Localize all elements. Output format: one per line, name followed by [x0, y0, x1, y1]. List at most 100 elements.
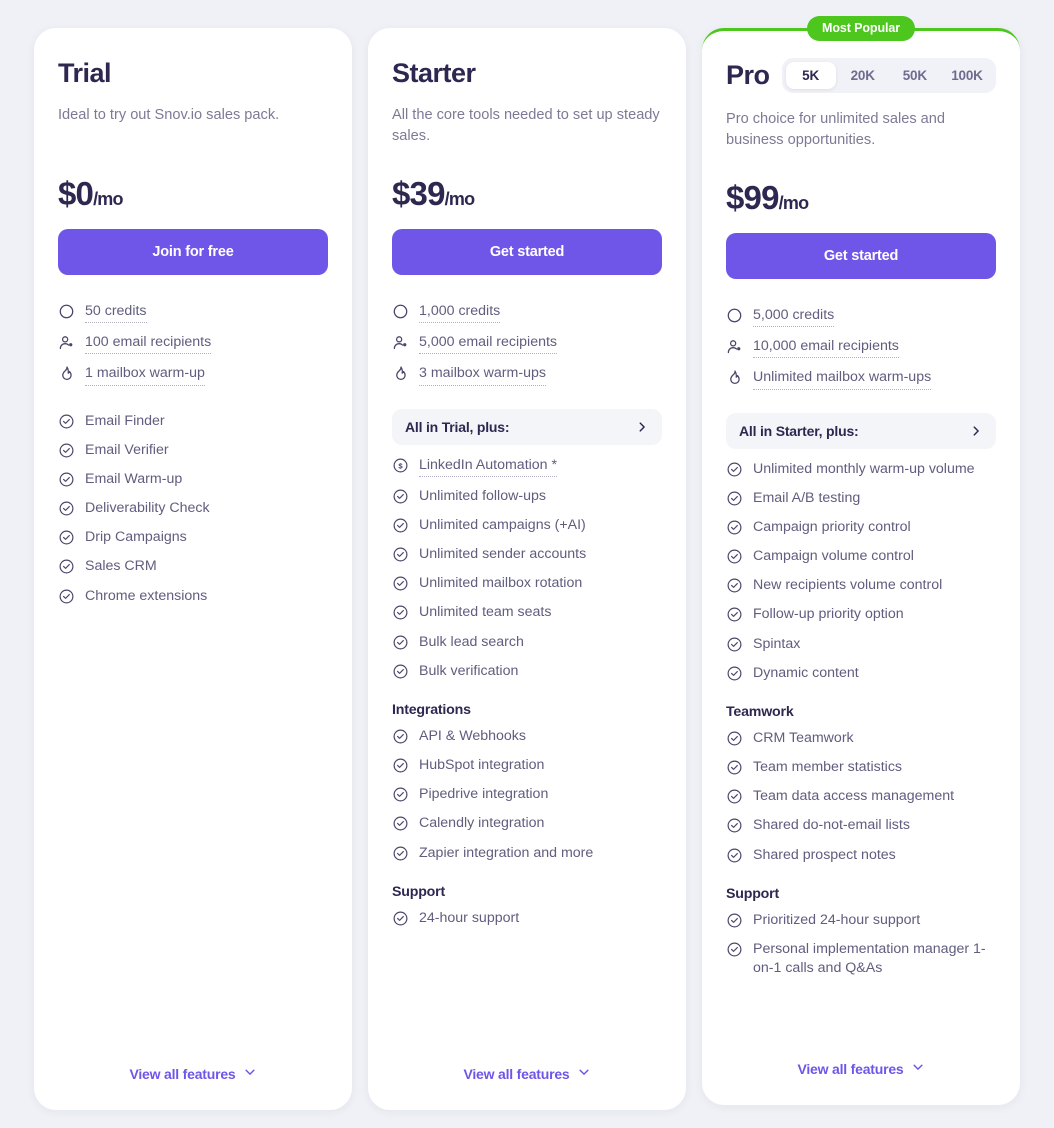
feature-item: Calendly integration	[392, 809, 662, 838]
all-in-previous-plan-banner[interactable]: All in Trial, plus:	[392, 408, 662, 445]
view-all-features-link[interactable]: View all features	[392, 1047, 662, 1110]
feature-label: Shared prospect notes	[753, 846, 896, 863]
plan-quota-list: 5,000 credits 10,000 email recipients Unli…	[726, 301, 996, 395]
view-all-features-link[interactable]: View all features	[58, 1047, 328, 1110]
flex-spacer	[58, 611, 328, 1047]
plan-name: Starter	[392, 58, 476, 88]
feature-item: Team member statistics	[726, 753, 996, 782]
feature-item: New recipients volume control	[726, 571, 996, 600]
check-circle-icon	[392, 488, 409, 505]
quota-item: Unlimited mailbox warm-ups	[726, 363, 996, 394]
card-header: Pro 5K 20K 50K 100K	[726, 58, 996, 93]
quota-label[interactable]: 50 credits	[85, 302, 147, 324]
flex-spacer	[392, 933, 662, 1047]
feature-item: Bulk lead search	[392, 628, 662, 657]
check-circle-icon	[58, 588, 75, 605]
quota-label[interactable]: 100 email recipients	[85, 333, 212, 355]
plus-banner-label: All in Starter, plus:	[739, 422, 859, 439]
credit-tier-toggle[interactable]: 5K 20K 50K 100K	[781, 58, 996, 93]
feature-label: 24-hour support	[419, 909, 520, 926]
plan-cta-button[interactable]: Get started	[392, 229, 662, 275]
dollar-circle-icon: $	[392, 457, 409, 474]
chevron-down-icon	[243, 1065, 257, 1082]
feature-label: Bulk verification	[419, 662, 519, 679]
feature-label: Campaign volume control	[753, 548, 914, 565]
feature-label: Unlimited sender accounts	[419, 546, 587, 563]
svg-text:$: $	[398, 461, 403, 470]
quota-label[interactable]: 1 mailbox warm-up	[85, 364, 205, 386]
credits-icon	[726, 307, 743, 324]
feature-item: Chrome extensions	[58, 582, 328, 611]
price-amount: $39	[392, 175, 445, 212]
plan-cta-button[interactable]: Get started	[726, 233, 996, 279]
check-circle-icon	[726, 847, 743, 864]
feature-item: HubSpot integration	[392, 751, 662, 780]
tier-option-20k[interactable]: 20K	[838, 62, 888, 89]
feature-item: Unlimited sender accounts	[392, 540, 662, 569]
check-circle-icon	[392, 663, 409, 680]
price-period: /mo	[444, 189, 475, 209]
tier-option-100k[interactable]: 100K	[942, 62, 992, 89]
check-circle-icon	[392, 575, 409, 592]
chevron-down-icon	[911, 1060, 925, 1077]
feature-item: Shared do-not-email lists	[726, 811, 996, 840]
feature-item: Email Verifier	[58, 436, 328, 465]
feature-label: Pipedrive integration	[419, 786, 549, 803]
feature-label: Email Finder	[85, 412, 165, 429]
plan-price: $0/mo	[58, 175, 328, 213]
feature-label: Email Warm-up	[85, 470, 183, 487]
check-circle-icon	[726, 912, 743, 929]
quota-label[interactable]: 5,000 credits	[753, 306, 835, 328]
quota-label[interactable]: 1,000 credits	[419, 302, 501, 324]
feature-label: API & Webhooks	[419, 727, 526, 744]
price-period: /mo	[93, 189, 123, 209]
feature-item: Unlimited mailbox rotation	[392, 569, 662, 598]
plan-quota-list: 50 credits 100 email recipients 1 mailbox …	[58, 297, 328, 391]
all-in-previous-plan-banner[interactable]: All in Starter, plus:	[726, 412, 996, 449]
feature-item: Drip Campaigns	[58, 523, 328, 552]
feature-label: HubSpot integration	[419, 757, 545, 774]
feature-item: Deliverability Check	[58, 494, 328, 523]
feature-item: Email A/B testing	[726, 484, 996, 513]
tier-option-5k[interactable]: 5K	[785, 62, 836, 89]
feature-item: Shared prospect notes	[726, 841, 996, 870]
quota-item: 3 mailbox warm-ups	[392, 359, 662, 390]
plan-price: $99/mo	[726, 179, 996, 217]
check-circle-icon	[58, 500, 75, 517]
feature-item: Follow-up priority option	[726, 600, 996, 629]
feature-group-title: Teamwork	[726, 703, 794, 720]
feature-list: API & Webhooks HubSpot integration Pipedri…	[392, 722, 662, 868]
quota-label[interactable]: 3 mailbox warm-ups	[419, 364, 546, 386]
plan-cta-button[interactable]: Join for free	[58, 229, 328, 275]
view-all-features-link[interactable]: View all features	[726, 1042, 996, 1105]
check-circle-icon	[392, 517, 409, 534]
quota-label[interactable]: Unlimited mailbox warm-ups	[753, 368, 932, 390]
check-circle-icon	[58, 413, 75, 430]
check-circle-icon	[392, 728, 409, 745]
tier-option-50k[interactable]: 50K	[890, 62, 940, 89]
feature-item: Bulk verification	[392, 657, 662, 686]
feature-label: Unlimited team seats	[419, 604, 552, 621]
flame-icon	[58, 365, 75, 382]
feature-item: Prioritized 24-hour support	[726, 906, 996, 935]
view-all-features-label: View all features	[129, 1065, 236, 1082]
most-popular-badge: Most Popular	[807, 16, 915, 41]
feature-label[interactable]: LinkedIn Automation *	[419, 456, 558, 477]
quota-label[interactable]: 5,000 email recipients	[419, 333, 558, 355]
chevron-right-icon	[969, 424, 983, 438]
feature-label: Calendly integration	[419, 815, 545, 832]
view-all-features-label: View all features	[463, 1065, 570, 1082]
feature-item: Unlimited follow-ups	[392, 482, 662, 511]
quota-label[interactable]: 10,000 email recipients	[753, 337, 899, 359]
feature-item: API & Webhooks	[392, 722, 662, 751]
check-circle-icon	[392, 634, 409, 651]
plan-price: $39/mo	[392, 175, 662, 213]
feature-label: Email Verifier	[85, 441, 169, 458]
feature-item: Pipedrive integration	[392, 780, 662, 809]
check-circle-icon	[726, 941, 743, 958]
quota-item: 1,000 credits	[392, 297, 662, 328]
feature-label: Unlimited mailbox rotation	[419, 575, 583, 592]
feature-label: Sales CRM	[85, 558, 157, 575]
feature-label: New recipients volume control	[753, 577, 943, 594]
feature-label: Prioritized 24-hour support	[753, 911, 921, 928]
